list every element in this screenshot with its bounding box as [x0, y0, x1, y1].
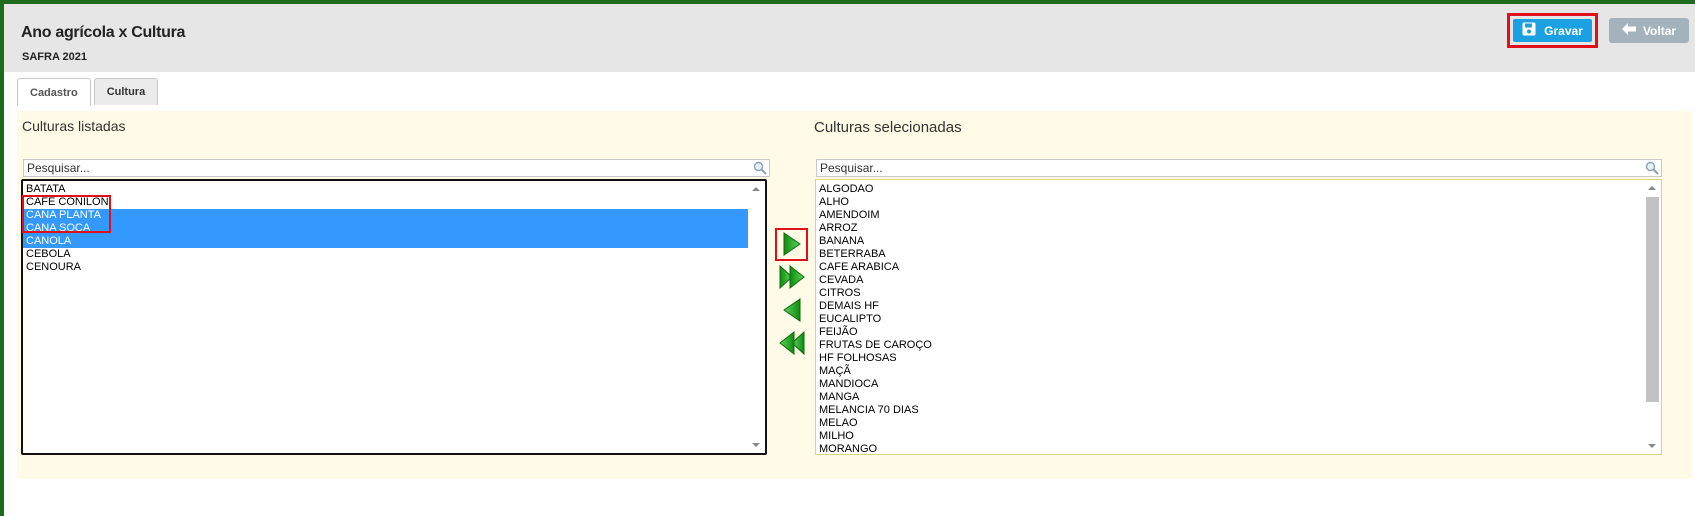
- list-item[interactable]: MILHO: [816, 430, 1644, 443]
- search-placeholder: Pesquisar...: [27, 161, 90, 175]
- list-item[interactable]: ALGODAO: [816, 183, 1644, 196]
- app-left-border: [0, 4, 4, 516]
- scroll-up-icon[interactable]: [752, 187, 760, 191]
- content-panel: Culturas listadas Pesquisar... BATATA CAF…: [17, 111, 1692, 479]
- list-item[interactable]: FEIJÃO: [816, 326, 1644, 339]
- list-item[interactable]: CANA SOCA: [23, 222, 750, 235]
- list-item[interactable]: CANA PLANTA: [23, 209, 750, 222]
- scroll-down-icon[interactable]: [752, 443, 760, 447]
- list-item[interactable]: CANOLA: [23, 235, 750, 248]
- double-left-icon: [779, 330, 805, 358]
- page-header: Ano agrícola x Cultura SAFRA 2021 Gravar…: [4, 4, 1695, 72]
- list-item[interactable]: MANGA: [816, 391, 1644, 404]
- list-item[interactable]: HF FOLHOSAS: [816, 352, 1644, 365]
- list-item[interactable]: BATATA: [23, 183, 750, 196]
- move-all-button[interactable]: [778, 264, 806, 292]
- list-item[interactable]: CAFE ARABICA: [816, 261, 1644, 274]
- double-right-icon: [779, 264, 805, 292]
- save-button[interactable]: Gravar: [1513, 19, 1592, 42]
- available-cultures-list[interactable]: BATATA CAFE CONILON CANA PLANTA CANA SOCA CA…: [21, 179, 767, 455]
- floppy-disk-icon: [1522, 22, 1536, 39]
- vertical-scrollbar[interactable]: [748, 181, 765, 453]
- list-item[interactable]: CITROS: [816, 287, 1644, 300]
- move-selected-button[interactable]: [778, 231, 806, 259]
- list-item[interactable]: BANANA: [816, 235, 1644, 248]
- scrollbar-thumb[interactable]: [1646, 197, 1659, 402]
- vertical-scrollbar[interactable]: [1644, 180, 1661, 454]
- play-right-icon: [782, 231, 802, 259]
- available-list-title: Culturas listadas: [22, 118, 126, 134]
- selection-highlight-box: [22, 195, 111, 233]
- list-item[interactable]: MAÇÃ: [816, 365, 1644, 378]
- tab-cultura[interactable]: Cultura: [93, 78, 159, 105]
- remove-selected-button[interactable]: [778, 297, 806, 325]
- selected-cultures-list[interactable]: ALGODAO ALHO AMENDOIM ARROZ BANANA BETERRABA C…: [815, 179, 1662, 455]
- list-item[interactable]: MELANCIA 70 DIAS: [816, 404, 1644, 417]
- list-item[interactable]: FRUTAS DE CAROÇO: [816, 339, 1644, 352]
- scroll-up-icon[interactable]: [1648, 186, 1656, 190]
- play-left-icon: [782, 297, 802, 325]
- list-item[interactable]: MORANGO: [816, 443, 1644, 454]
- list-item[interactable]: ALHO: [816, 196, 1644, 209]
- list-item[interactable]: CENOURA: [23, 261, 750, 274]
- back-button-label: Voltar: [1642, 23, 1677, 38]
- page-subtitle: SAFRA 2021: [22, 51, 88, 63]
- page-title: Ano agrícola x Cultura: [21, 24, 186, 41]
- available-search-input[interactable]: Pesquisar...: [23, 159, 770, 177]
- list-item[interactable]: CEVADA: [816, 274, 1644, 287]
- tab-bar: Cadastro Cultura: [17, 78, 159, 106]
- list-item[interactable]: EUCALIPTO: [816, 313, 1644, 326]
- selected-search-input[interactable]: Pesquisar...: [816, 159, 1662, 177]
- magnifier-icon: [1645, 161, 1659, 175]
- save-button-label: Gravar: [1544, 23, 1583, 38]
- tab-cadastro[interactable]: Cadastro: [17, 78, 91, 106]
- list-item[interactable]: MANDIOCA: [816, 378, 1644, 391]
- list-item[interactable]: MELAO: [816, 417, 1644, 430]
- scroll-down-icon[interactable]: [1648, 444, 1656, 448]
- magnifier-icon: [753, 161, 767, 175]
- selected-list-title: Culturas selecionadas: [814, 119, 962, 136]
- list-item[interactable]: CEBOLA: [23, 248, 750, 261]
- list-item[interactable]: BETERRABA: [816, 248, 1644, 261]
- list-item[interactable]: DEMAIS HF: [816, 300, 1644, 313]
- list-item[interactable]: CAFE CONILON: [23, 196, 750, 209]
- arrow-left-icon: [1621, 23, 1636, 38]
- search-placeholder: Pesquisar...: [820, 161, 883, 175]
- back-button[interactable]: Voltar: [1609, 18, 1689, 43]
- list-item[interactable]: AMENDOIM: [816, 209, 1644, 222]
- save-button-highlight: Gravar: [1507, 13, 1598, 48]
- remove-all-button[interactable]: [778, 330, 806, 358]
- list-item[interactable]: ARROZ: [816, 222, 1644, 235]
